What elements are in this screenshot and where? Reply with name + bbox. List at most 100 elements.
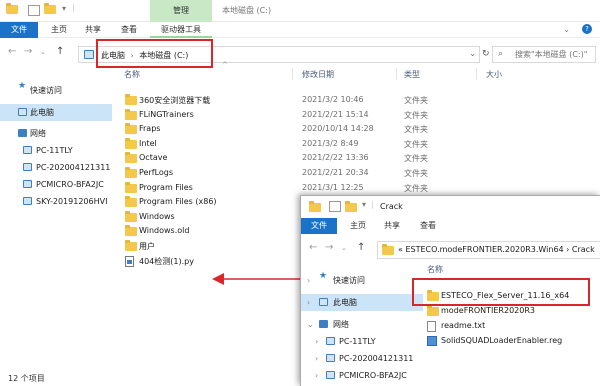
pc-icon (23, 197, 32, 205)
sidebar-item-pc-11tly[interactable]: PC-11TLY (0, 142, 112, 159)
navigation-pane: › ★ 快速访问 › 此电脑 ⌄ 网络 › PC-11TLY › PC-2020… (301, 270, 423, 386)
tab-view[interactable]: 查看 (116, 22, 142, 38)
list-item[interactable]: modeFRONTIER2020R3 (423, 304, 600, 319)
address-bar[interactable]: 此电脑 › 本地磁盘 (C:) ⌄ (78, 46, 480, 63)
column-header-name[interactable]: 名称 (124, 69, 140, 80)
sidebar-item-label: PCMICRO-BFA2JC (36, 180, 104, 189)
pc-icon (18, 108, 27, 116)
column-header-name[interactable]: 名称 (427, 264, 443, 275)
sidebar-item-this-pc[interactable]: › 此电脑 (301, 294, 423, 311)
column-header-size[interactable]: 大小 (486, 69, 502, 80)
breadcrumb-this-pc[interactable]: 此电脑 (101, 51, 125, 60)
sidebar-item-quick-access[interactable]: › ★ 快速访问 (301, 272, 423, 289)
address-dropdown-icon[interactable]: ⌄ (469, 49, 476, 58)
new-folder-icon[interactable] (345, 201, 357, 214)
title-bar: ▾ | Crack (301, 196, 600, 218)
table-row[interactable]: Octave 2021/2/22 13:36 文件夹 (112, 151, 600, 166)
properties-icon[interactable] (329, 201, 341, 212)
sidebar-item-label: 此电脑 (30, 108, 54, 117)
back-arrow-icon[interactable]: ← (309, 242, 317, 253)
sidebar-item-quick-access[interactable]: ★ 快速访问 (0, 82, 112, 99)
recent-locations-icon[interactable]: ⌄ (341, 244, 347, 252)
title-bar: ▾ | 管理 本地磁盘 (C:) (0, 0, 600, 22)
python-file-icon (125, 255, 134, 270)
sidebar-item-this-pc[interactable]: 此电脑 (0, 104, 112, 121)
breadcrumb: 此电脑 › 本地磁盘 (C:) (101, 50, 188, 61)
sidebar-item-pc-11tly[interactable]: › PC-11TLY (301, 333, 423, 350)
tab-view[interactable]: 查看 (415, 218, 441, 234)
tab-home[interactable]: 主页 (46, 22, 72, 38)
quick-access-dropdown-icon[interactable]: ▾ (362, 200, 366, 209)
folder-icon (125, 108, 137, 122)
forward-arrow-icon[interactable]: → (325, 242, 333, 253)
star-icon: ★ (18, 81, 27, 91)
chevron-right-icon[interactable]: › (307, 294, 310, 311)
folder-icon (427, 290, 439, 303)
breadcrumb[interactable]: « ESTECO.modeFRONTIER.2020R3.Win64 › Cra… (398, 245, 595, 254)
folder-icon (125, 123, 137, 136)
column-divider[interactable] (292, 68, 293, 80)
pc-icon (326, 337, 335, 345)
help-icon[interactable]: ? (582, 24, 592, 34)
expand-ribbon-icon[interactable]: ⌄ (563, 25, 570, 34)
chevron-right-icon[interactable]: › (315, 350, 318, 367)
quick-access-dropdown-icon[interactable]: ▾ (62, 4, 66, 13)
tab-share[interactable]: 共享 (80, 22, 106, 38)
properties-icon[interactable] (28, 5, 40, 16)
sidebar-item-sky[interactable]: SKY-20191206HVI (0, 193, 112, 210)
table-row[interactable]: PerfLogs 2021/2/21 20:34 文件夹 (112, 166, 600, 181)
table-row[interactable]: FLiNGTrainers 2021/2/21 15:14 文件夹 (112, 108, 600, 123)
up-arrow-icon[interactable]: ↑ (357, 242, 365, 253)
column-divider[interactable] (476, 68, 477, 80)
back-arrow-icon[interactable]: ← (8, 46, 16, 57)
table-row[interactable]: Intel 2021/3/2 8:49 文件夹 (112, 137, 600, 152)
forward-arrow-icon[interactable]: → (24, 46, 32, 57)
list-item[interactable]: ESTECO_Flex_Server_11.16_x64 (423, 289, 600, 304)
ribbon-tabs: 文件 主页 共享 查看 (301, 218, 600, 234)
new-folder-icon[interactable] (44, 3, 56, 16)
tab-file[interactable]: 文件 (0, 22, 38, 38)
column-header-type[interactable]: 类型 (404, 69, 420, 80)
tab-home[interactable]: 主页 (345, 218, 371, 234)
table-row[interactable]: Fraps 2020/10/14 14:28 文件夹 (112, 122, 600, 137)
window-title: 本地磁盘 (C:) (222, 6, 272, 15)
refresh-icon[interactable]: ↻ (482, 49, 490, 59)
up-arrow-icon[interactable]: ↑ (56, 46, 64, 57)
folder-icon (427, 305, 439, 318)
chevron-down-icon[interactable]: ⌄ (307, 316, 314, 333)
sidebar-item-label: 快速访问 (30, 86, 62, 95)
recent-locations-icon[interactable]: ⌄ (40, 48, 46, 56)
sidebar-item-label: 快速访问 (333, 276, 365, 285)
folder-icon (125, 225, 137, 238)
chevron-right-icon[interactable]: › (307, 272, 310, 289)
manage-context-tab[interactable]: 管理 (150, 0, 212, 22)
column-divider[interactable] (396, 68, 397, 80)
tab-file[interactable]: 文件 (301, 218, 337, 234)
table-row[interactable]: Program Files 2021/3/1 12:25 文件夹 (112, 181, 600, 196)
sidebar-item-network[interactable]: ⌄ 网络 (301, 316, 423, 333)
chevron-right-icon[interactable]: › (315, 333, 318, 350)
sidebar-item-pcmicro[interactable]: PCMICRO-BFA2JC (0, 176, 112, 193)
search-box[interactable]: ⌕ (492, 46, 596, 63)
table-row[interactable]: 360安全浏览器下载 2021/3/2 10:46 文件夹 (112, 93, 600, 108)
search-input[interactable] (493, 47, 595, 62)
breadcrumb-local-disk[interactable]: 本地磁盘 (C:) (139, 51, 188, 60)
item-count: 12 个项目 (8, 374, 45, 383)
list-item[interactable]: readme.txt (423, 319, 600, 334)
column-header-date[interactable]: 修改日期 (302, 69, 334, 80)
sidebar-item-network[interactable]: 网络 (0, 125, 112, 142)
sidebar-item-pc-202004121311[interactable]: › PC-202004121311 (301, 350, 423, 367)
sidebar-item-pc-202004121311[interactable]: PC-202004121311 (0, 159, 112, 176)
chevron-right-icon[interactable]: › (315, 367, 318, 384)
star-icon: ★ (319, 271, 328, 281)
address-bar[interactable]: « ESTECO.modeFRONTIER.2020R3.Win64 › Cra… (377, 241, 600, 259)
sidebar-item-label: PC-11TLY (339, 337, 376, 346)
pc-icon (326, 354, 335, 362)
chevron-right-icon[interactable]: › (131, 51, 134, 60)
tab-share[interactable]: 共享 (379, 218, 405, 234)
list-item[interactable]: SolidSQUADLoaderEnabler.reg (423, 334, 600, 349)
sidebar-item-pcmicro[interactable]: › PCMICRO-BFA2JC (301, 367, 423, 384)
search-icon: ⌕ (498, 49, 504, 59)
tab-drive-tools[interactable]: 驱动器工具 (150, 22, 212, 38)
sidebar-item-label: PC-202004121311 (339, 354, 414, 363)
